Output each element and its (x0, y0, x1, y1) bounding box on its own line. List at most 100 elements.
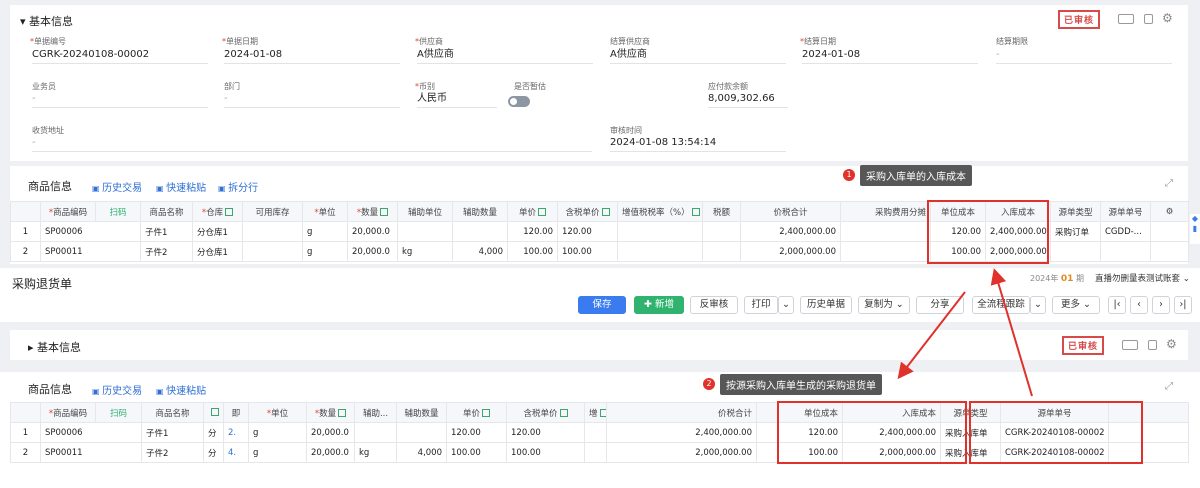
cell[interactable]: 20,000.0 (306, 442, 355, 463)
col-settings[interactable]: ⚙ (1150, 201, 1189, 222)
cell[interactable]: 20,000.0 (347, 241, 398, 262)
prev-record-button[interactable]: ‹ (1130, 296, 1148, 314)
first-record-button[interactable]: |‹ (1108, 296, 1126, 314)
next-record-button[interactable]: › (1152, 296, 1170, 314)
more-button[interactable]: 更多 ⌄ (1052, 296, 1100, 314)
cell[interactable] (584, 442, 607, 463)
last-record-button[interactable]: ›| (1174, 296, 1192, 314)
copy-as-button[interactable]: 复制为 ⌄ (858, 296, 910, 314)
cell[interactable] (354, 422, 397, 443)
cell[interactable]: 2. (223, 422, 249, 443)
expand-icon[interactable]: ⤢ (1165, 381, 1173, 392)
expand-icon[interactable]: ⤢ (1165, 178, 1173, 189)
cell[interactable]: g (302, 221, 348, 242)
cell[interactable]: 4,000 (396, 442, 447, 463)
cell[interactable]: 子件2 (141, 442, 204, 463)
save-button[interactable]: 保存 (578, 296, 626, 314)
keyboard-icon[interactable] (1122, 340, 1138, 350)
cell[interactable]: SP00011 (40, 442, 142, 463)
cell[interactable]: 100.00 (506, 442, 585, 463)
field-salesman[interactable]: - (32, 92, 208, 108)
cell[interactable]: 120.00 (557, 221, 618, 242)
estimate-toggle[interactable] (508, 96, 530, 107)
field-address[interactable]: - (32, 136, 592, 152)
field-settle-supplier[interactable]: A供应商 (610, 48, 786, 64)
cell[interactable]: 子件1 (140, 221, 193, 242)
gear-icon[interactable]: ⚙ (1162, 11, 1173, 25)
cell[interactable]: SP00006 (40, 422, 142, 443)
cell[interactable]: 分仓库1 (192, 221, 243, 242)
col-scan[interactable]: 扫码 (95, 201, 141, 222)
history-trade-link[interactable]: 历史交易 (92, 382, 142, 397)
history-trade-link[interactable]: 历史交易 (92, 179, 142, 194)
cell[interactable] (702, 241, 741, 262)
cell[interactable]: g (248, 422, 307, 443)
cell[interactable]: 2,400,000.00 (740, 221, 841, 242)
trace-dropdown[interactable]: ⌄ (1030, 296, 1046, 314)
col-scan[interactable]: 扫码 (95, 402, 142, 423)
cell[interactable]: kg (397, 241, 453, 262)
doc-icon[interactable] (1144, 14, 1153, 24)
cell[interactable] (397, 221, 453, 242)
quick-paste-link[interactable]: 快速粘贴 (156, 382, 206, 397)
cell[interactable]: 2,000,000.00 (606, 442, 757, 463)
cell[interactable] (702, 221, 741, 242)
cell[interactable]: 20,000.0 (347, 221, 398, 242)
share-button[interactable]: 分享 (916, 296, 964, 314)
unaudit-button[interactable]: 反审核 (690, 296, 738, 314)
cell[interactable] (584, 422, 607, 443)
doc-icon[interactable] (1148, 340, 1157, 350)
top-basic-toggle[interactable]: ▾ 基本信息 (20, 13, 73, 29)
print-button[interactable]: 打印 (744, 296, 778, 314)
cell[interactable]: 2,400,000.00 (606, 422, 757, 443)
new-button[interactable]: ✚ 新增 (634, 296, 684, 314)
cell[interactable]: 100.00 (557, 241, 618, 262)
gear-icon[interactable]: ⚙ (1166, 337, 1177, 351)
cell[interactable]: 2,000,000.00 (740, 241, 841, 262)
cell[interactable]: 120.00 (446, 422, 507, 443)
audited-stamp: 已审核 (1062, 336, 1105, 355)
cell[interactable]: 20,000.0 (306, 422, 355, 443)
field-currency[interactable]: 人民币 (417, 92, 497, 108)
gear-icon[interactable]: ⚙ (1166, 207, 1174, 217)
cell[interactable]: SP00006 (40, 221, 141, 242)
cell[interactable]: 子件1 (141, 422, 204, 443)
account-set-select[interactable]: 直播勿删量表测试账套 ⌄ (1095, 272, 1190, 284)
keyboard-icon[interactable] (1118, 14, 1134, 24)
field-dept[interactable]: - (224, 92, 400, 108)
cell[interactable]: 子件2 (140, 241, 193, 262)
cell[interactable]: 分 (203, 422, 224, 443)
cell[interactable]: g (248, 442, 307, 463)
bottom-basic-toggle[interactable]: ▸ 基本信息 (28, 339, 81, 355)
cell[interactable] (1100, 241, 1151, 262)
trace-button[interactable]: 全流程跟踪 (972, 296, 1030, 314)
cell[interactable]: 4,000 (452, 241, 508, 262)
history-doc-button[interactable]: 历史单据 (800, 296, 852, 314)
field-doc-date[interactable]: 2024-01-08 (224, 48, 400, 64)
cell[interactable] (452, 221, 508, 242)
quick-paste-link[interactable]: 快速粘贴 (156, 179, 206, 194)
field-doc-no[interactable]: CGRK-20240108-00002 (32, 48, 208, 64)
print-dropdown[interactable]: ⌄ (778, 296, 794, 314)
cell[interactable] (617, 221, 703, 242)
field-settle-date[interactable]: 2024-01-08 (802, 48, 978, 64)
cell[interactable]: SP00011 (40, 241, 141, 262)
cell[interactable]: 4. (223, 442, 249, 463)
cell[interactable]: 100.00 (507, 241, 558, 262)
cell[interactable]: 120.00 (507, 221, 558, 242)
cell[interactable]: 120.00 (506, 422, 585, 443)
cell[interactable] (396, 422, 447, 443)
field-settle-term[interactable]: - (996, 48, 1172, 64)
side-panel-icon[interactable]: ◆ ▮ (1190, 214, 1200, 244)
cell[interactable]: CGDD-... (1100, 221, 1151, 242)
cell[interactable]: kg (354, 442, 397, 463)
field-supplier[interactable]: A供应商 (417, 48, 593, 64)
cell[interactable]: 100.00 (446, 442, 507, 463)
col-aux-unit: 辅助... (354, 402, 397, 423)
cell[interactable]: 分仓库1 (192, 241, 243, 262)
col-index (10, 201, 41, 222)
cell[interactable] (617, 241, 703, 262)
cell[interactable]: g (302, 241, 348, 262)
cell[interactable]: 分 (203, 442, 224, 463)
split-row-link[interactable]: 拆分行 (218, 179, 258, 194)
